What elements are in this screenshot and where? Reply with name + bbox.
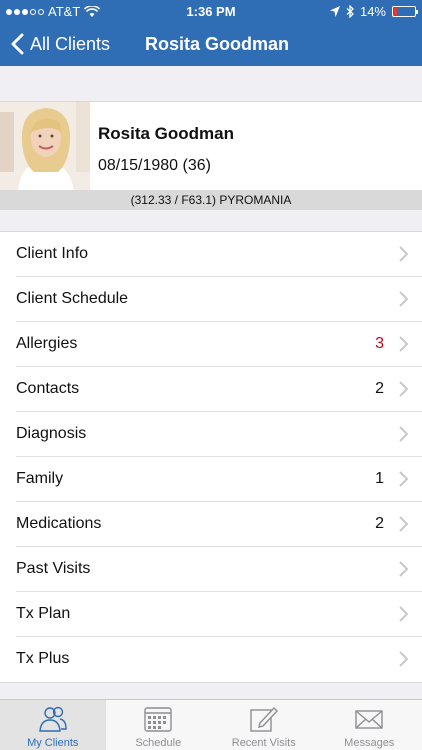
menu-item-diagnosis[interactable]: Diagnosis [0, 412, 422, 457]
chevron-right-icon [399, 561, 408, 577]
battery-percent: 14% [359, 4, 386, 19]
chevron-left-icon [11, 33, 24, 55]
client-name: Rosita Goodman [98, 124, 235, 143]
page-title: Rosita Goodman [145, 34, 290, 54]
back-button-label: All Clients [30, 33, 111, 54]
menu-item-tx-plus[interactable]: Tx Plus [0, 637, 422, 682]
tab-label: Recent Visits [231, 737, 296, 749]
diagnosis-banner: (312.33 / F63.1) PYROMANIA [0, 190, 422, 210]
menu-item-label: Contacts [16, 380, 80, 397]
menu-item-medications[interactable]: Medications 2 [0, 502, 422, 547]
bluetooth-icon [346, 5, 354, 18]
chevron-right-icon [399, 516, 408, 532]
battery-icon [392, 6, 418, 17]
location-icon [329, 6, 340, 17]
client-avatar [0, 102, 90, 191]
status-bar: AT&T 1:36 PM 14% [0, 0, 422, 22]
menu-item-count: 2 [375, 515, 384, 532]
menu-item-label: Client Info [16, 245, 89, 262]
menu-item-family[interactable]: Family 1 [0, 457, 422, 502]
envelope-icon [355, 710, 383, 729]
menu-item-label: Past Visits [16, 560, 91, 577]
menu-item-past-visits[interactable]: Past Visits [0, 547, 422, 592]
menu-item-label: Tx Plan [16, 605, 71, 622]
tab-label: Messages [344, 737, 395, 749]
chevron-right-icon [399, 246, 408, 262]
chevron-right-icon [399, 606, 408, 622]
tab-schedule[interactable]: Schedule [106, 700, 212, 750]
status-right: 14% [329, 4, 418, 19]
allergies-count-badge: 3 [375, 335, 384, 352]
tab-my-clients[interactable]: My Clients [0, 700, 106, 750]
back-button[interactable]: All Clients [10, 22, 110, 66]
tab-bar: My Clients Schedule Recent Visits Messag… [0, 699, 422, 750]
menu-item-label: Medications [16, 515, 102, 532]
chevron-right-icon [399, 336, 408, 352]
client-menu-list: Client Info Client Schedule Allergies 3 … [0, 231, 422, 683]
navigation-bar: All Clients Rosita Goodman [0, 22, 422, 66]
chevron-right-icon [399, 381, 408, 397]
tab-label: My Clients [27, 737, 79, 749]
people-icon [38, 706, 67, 732]
menu-item-tx-plan[interactable]: Tx Plan [0, 592, 422, 637]
chevron-right-icon [399, 651, 408, 667]
menu-item-client-info[interactable]: Client Info [0, 232, 422, 277]
client-profile-header: Rosita Goodman 08/15/1980 (36) [0, 101, 422, 191]
tab-label: Schedule [135, 737, 182, 749]
battery-level [394, 8, 397, 15]
menu-item-label: Allergies [16, 335, 78, 352]
menu-item-label: Client Schedule [16, 290, 129, 307]
chevron-right-icon [399, 426, 408, 442]
calendar-icon [144, 707, 172, 732]
tab-recent-visits[interactable]: Recent Visits [211, 700, 317, 750]
menu-item-count: 2 [375, 380, 384, 397]
menu-item-label: Diagnosis [16, 425, 87, 442]
menu-item-count: 1 [375, 470, 384, 487]
tab-messages[interactable]: Messages [317, 700, 422, 750]
menu-item-allergies[interactable]: Allergies 3 [0, 322, 422, 367]
menu-item-label: Tx Plus [16, 650, 70, 667]
chevron-right-icon [399, 471, 408, 487]
menu-item-contacts[interactable]: Contacts 2 [0, 367, 422, 412]
menu-item-client-schedule[interactable]: Client Schedule [0, 277, 422, 322]
menu-item-label: Family [16, 470, 64, 487]
chevron-right-icon [399, 291, 408, 307]
edit-icon [250, 706, 278, 732]
client-dob: 08/15/1980 (36) [98, 157, 211, 174]
